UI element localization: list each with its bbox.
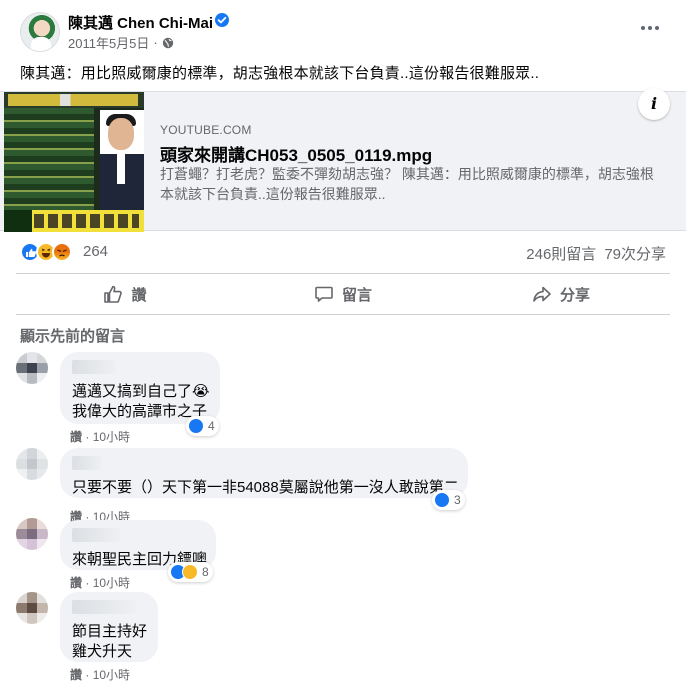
like-button-label: 讚 <box>131 286 147 304</box>
comment-item: 節目主持好 雞犬升天 讚 · 10小時 <box>16 592 676 684</box>
post-text: 陳其邁：用比照威爾康的標準，胡志強根本就該下台負責..這份報告很難服眾.. <box>20 65 540 82</box>
video-thumbnail[interactable] <box>4 92 144 232</box>
comment-item: 來朝聖民主回力鏢噢 8 讚 · 10小時 <box>16 518 676 592</box>
comment-time[interactable]: 10小時 <box>93 430 130 444</box>
share-count[interactable]: 79次分享 <box>604 246 666 263</box>
share-button-label: 分享 <box>559 286 590 304</box>
comment-text-line: 只要不要（）天下第一非54088莫屬說他第一沒人敢說第二 <box>72 479 459 496</box>
angry-icon <box>52 242 72 262</box>
footer-dot: · <box>85 430 90 444</box>
comment-footer: 讚 · 10小時 <box>70 574 130 591</box>
comment-reaction-count: 8 <box>202 565 209 579</box>
comment-text-line: 節目主持好 <box>72 623 148 640</box>
post-date[interactable]: 2011年5月5日 <box>68 33 149 52</box>
comment-text-line: 雞犬升天 <box>72 643 133 660</box>
commenter-name-blurred[interactable] <box>72 600 136 614</box>
comment-item: 只要不要（）天下第一非54088莫屬說他第一沒人敢說第二 3 讚 · 10小時 <box>16 448 676 524</box>
author-avatar[interactable] <box>20 12 60 52</box>
commenter-avatar[interactable] <box>16 352 48 384</box>
reaction-icons[interactable] <box>20 242 72 262</box>
more-options-icon[interactable] <box>638 18 662 38</box>
link-description: 打蒼蠅？打老虎？監委不彈劾胡志強？ 陳其邁：用比照威爾康的標準，胡志強根本就該下… <box>160 166 654 202</box>
comment-bubble: 節目主持好 雞犬升天 <box>60 592 158 662</box>
comment-bubble-icon <box>315 286 333 302</box>
comment-button[interactable]: 留言 <box>234 274 452 314</box>
comment-text-line: 邁邁又搞到自己了😭 <box>72 383 210 400</box>
footer-dot: · <box>85 576 90 590</box>
commenter-avatar[interactable] <box>16 518 48 550</box>
comment-like-link[interactable]: 讚 <box>70 430 82 444</box>
author-name[interactable]: 陳其邁 Chen Chi-Mai <box>68 12 213 33</box>
comment-count[interactable]: 246則留言 <box>526 246 596 263</box>
reaction-count[interactable]: 264 <box>83 243 108 260</box>
comment-bubble: 邁邁又搞到自己了😭 我偉大的高譚市之子 <box>60 352 220 424</box>
comment-footer: 讚 · 10小時 <box>70 428 130 445</box>
globe-icon[interactable] <box>162 37 174 49</box>
post-header: 陳其邁 Chen Chi-Mai 2011年5月5日 · <box>0 0 686 56</box>
commenter-name-blurred[interactable] <box>72 360 116 374</box>
comment-reaction-summary[interactable]: 3 <box>432 490 465 510</box>
comment-footer: 讚 · 10小時 <box>70 666 130 683</box>
like-icon <box>188 418 204 434</box>
info-icon[interactable]: i <box>638 88 670 120</box>
comment-like-link[interactable]: 讚 <box>70 576 82 590</box>
thumbs-up-icon <box>104 285 123 303</box>
action-bar: 讚 留言 分享 <box>16 273 670 315</box>
comment-reaction-count: 3 <box>454 493 461 507</box>
link-title[interactable]: 頭家來開講CH053_0505_0119.mpg <box>160 141 432 166</box>
comment-reaction-summary[interactable]: 8 <box>168 562 213 582</box>
meta-separator: · <box>153 35 158 50</box>
share-arrow-icon <box>533 286 551 302</box>
comment-bubble: 只要不要（）天下第一非54088莫屬說他第一沒人敢說第二 <box>60 448 468 498</box>
comment-item: 邁邁又搞到自己了😭 我偉大的高譚市之子 4 讚 · 10小時 <box>16 352 676 444</box>
footer-dot: · <box>85 668 90 682</box>
comment-reaction-count: 4 <box>208 419 215 433</box>
link-preview[interactable]: YOUTUBE.COM 頭家來開講CH053_0505_0119.mpg 打蒼蠅… <box>0 88 686 232</box>
verified-badge-icon <box>215 13 229 27</box>
commenter-avatar[interactable] <box>16 448 48 480</box>
like-icon <box>434 492 450 508</box>
reaction-stats: 264 246則留言 79次分享 <box>20 240 666 264</box>
comment-like-link[interactable]: 讚 <box>70 668 82 682</box>
link-domain: YOUTUBE.COM <box>160 123 252 137</box>
commenter-avatar[interactable] <box>16 592 48 624</box>
comment-time[interactable]: 10小時 <box>93 668 130 682</box>
view-previous-comments-link[interactable]: 顯示先前的留言 <box>20 325 125 346</box>
comment-share-counts: 246則留言 79次分享 <box>526 243 666 264</box>
comment-button-label: 留言 <box>341 286 372 304</box>
commenter-name-blurred[interactable] <box>72 456 102 470</box>
facebook-post-card: 陳其邁 Chen Chi-Mai 2011年5月5日 · 陳其邁：用比照威爾康的… <box>0 0 686 689</box>
haha-icon <box>182 564 198 580</box>
like-button[interactable]: 讚 <box>16 274 234 314</box>
post-meta: 2011年5月5日 · <box>68 33 174 52</box>
share-button[interactable]: 分享 <box>452 274 670 314</box>
comment-reaction-summary[interactable]: 4 <box>186 416 219 436</box>
commenter-name-blurred[interactable] <box>72 528 120 542</box>
comment-time[interactable]: 10小時 <box>93 576 130 590</box>
